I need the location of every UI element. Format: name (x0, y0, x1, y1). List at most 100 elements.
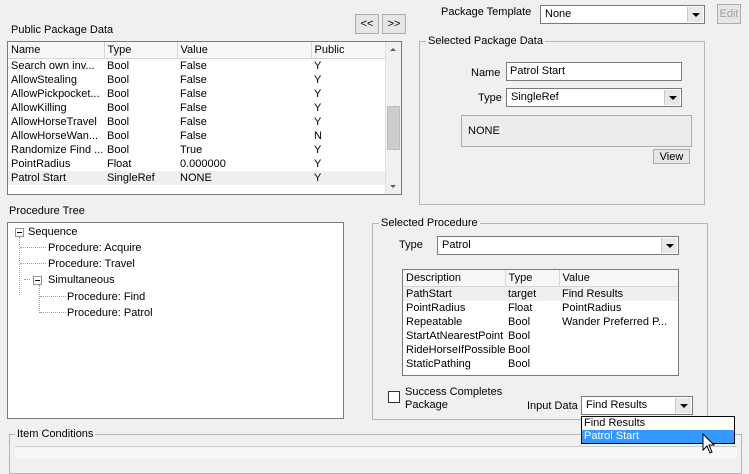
public-package-data-label: Public Package Data (11, 24, 114, 36)
item-conditions-title: Item Conditions (15, 428, 96, 440)
tree-item-procedure-acquire[interactable]: Procedure: Acquire (48, 242, 142, 254)
column-header-type[interactable]: Type (505, 270, 560, 287)
cell-value: False (180, 88, 207, 100)
cell-public: Y (311, 171, 386, 185)
table-row[interactable]: StartAtNearestPoint Bool (403, 329, 678, 343)
procedure-parameters-list[interactable]: Description Type Value PathStart target Fi… (402, 269, 679, 376)
view-button[interactable]: View (653, 149, 690, 164)
cell-description: PathStart (403, 286, 505, 301)
type-label: Type (478, 92, 502, 104)
column-header-value[interactable]: Value (177, 42, 312, 59)
procedure-parameters-table: Description Type Value PathStart target Fi… (403, 270, 678, 371)
table-row[interactable]: Search own inv... Bool False Y (8, 59, 386, 74)
cell-name: AllowPickpocket... (11, 88, 100, 100)
package-list-scrollbar[interactable] (385, 42, 401, 194)
cell-name: Patrol Start (8, 171, 104, 185)
cell-type: Float (508, 302, 533, 314)
cell-type: target (505, 286, 559, 301)
public-package-data-list[interactable]: Name Type Value Public Search own inv...… (7, 41, 402, 195)
cell-value (559, 343, 678, 357)
collapse-sequence-icon[interactable] (15, 228, 24, 237)
cell-public: N (314, 130, 322, 142)
cell-public: Y (314, 60, 322, 72)
collapse-simultaneous-icon[interactable] (33, 276, 42, 285)
column-header-public[interactable]: Public (311, 42, 387, 59)
table-row[interactable]: PathStart target Find Results (403, 286, 678, 301)
next-button[interactable]: >> (382, 14, 406, 34)
column-header-type[interactable]: Type (104, 42, 178, 59)
table-row[interactable]: StaticPathing Bool (403, 357, 678, 371)
cell-type: Bool (107, 130, 130, 142)
chevron-down-icon[interactable] (661, 238, 677, 253)
dropdown-option[interactable]: Find Results (582, 417, 734, 430)
previous-button[interactable]: << (355, 14, 379, 34)
cell-value: 0.000000 (180, 158, 226, 170)
table-row[interactable]: Repeatable Bool Wander Preferred P... (403, 315, 678, 329)
cell-type: Float (107, 158, 132, 170)
cell-type: Bool (508, 330, 531, 342)
item-conditions-header (15, 446, 737, 459)
cell-type: Bool (107, 60, 130, 72)
cell-type: Bool (107, 144, 130, 156)
cell-type: Bool (107, 88, 130, 100)
tree-item-procedure-patrol[interactable]: Procedure: Patrol (67, 307, 153, 319)
cell-name: Search own inv... (11, 60, 95, 72)
column-header-value[interactable]: Value (559, 270, 678, 287)
data-type-dropdown[interactable]: SingleRef (506, 88, 682, 107)
column-header-description[interactable]: Description (403, 270, 506, 287)
input-data-dropdown[interactable]: Find Results (581, 396, 693, 415)
cell-description: StaticPathing (406, 358, 471, 370)
cell-value: Find Results (559, 286, 678, 301)
table-row[interactable]: AllowKilling Bool False Y (8, 101, 386, 115)
cell-value (559, 329, 678, 343)
tree-item-sequence[interactable]: Sequence (28, 226, 78, 238)
cell-type: Bool (508, 344, 531, 356)
table-row[interactable]: PointRadius Float 0.000000 Y (8, 157, 386, 171)
table-row[interactable]: AllowStealing Bool False Y (8, 73, 386, 87)
cell-description: RideHorseIfPossible (406, 344, 505, 356)
input-data-value: Find Results (586, 399, 648, 411)
table-row[interactable]: AllowHorseTravel Bool False Y (8, 115, 386, 129)
cell-public: Y (314, 88, 322, 100)
table-row[interactable]: AllowPickpocket... Bool False Y (8, 87, 386, 101)
cell-value: False (180, 74, 207, 86)
tree-item-simultaneous[interactable]: Simultaneous (48, 274, 115, 286)
cell-value: PointRadius (562, 302, 622, 314)
procedure-type-value: Patrol (442, 239, 471, 251)
scroll-thumb[interactable] (387, 106, 400, 150)
input-data-label: Input Data (527, 400, 578, 412)
tree-item-procedure-find[interactable]: Procedure: Find (67, 291, 145, 303)
edit-button[interactable]: Edit (717, 4, 741, 24)
cell-type: Bool (107, 116, 130, 128)
cell-description: Repeatable (406, 316, 463, 328)
procedure-tree-view[interactable]: Sequence Procedure: Acquire Procedure: T… (7, 222, 344, 419)
chevron-down-icon[interactable] (675, 398, 691, 413)
cell-public: Y (314, 74, 322, 86)
procedure-tree-label: Procedure Tree (9, 205, 85, 217)
table-row[interactable]: PointRadius Float PointRadius (403, 301, 678, 315)
name-field[interactable]: Patrol Start (506, 62, 682, 81)
success-completes-checkbox[interactable] (388, 391, 400, 403)
chevron-down-icon[interactable] (687, 7, 703, 22)
scroll-down-arrow-icon[interactable] (386, 180, 401, 192)
package-template-label: Package Template (441, 6, 532, 18)
table-row[interactable]: AllowHorseWan... Bool False N (8, 129, 386, 143)
package-template-dropdown[interactable]: None (540, 5, 705, 24)
column-header-name[interactable]: Name (8, 42, 105, 59)
cell-public: Y (314, 116, 322, 128)
chevron-down-icon[interactable] (664, 90, 680, 105)
tree-item-procedure-travel[interactable]: Procedure: Travel (48, 258, 135, 270)
reference-display-box[interactable]: NONE (461, 115, 692, 147)
selected-package-data-title: Selected Package Data (426, 35, 545, 47)
table-row[interactable]: Randomize Find ... Bool True Y (8, 143, 386, 157)
cell-value: Wander Preferred P... (562, 316, 668, 328)
cell-name: AllowStealing (11, 74, 78, 86)
cell-value: False (180, 60, 207, 72)
cell-value: True (180, 144, 203, 156)
procedure-type-label: Type (399, 239, 423, 251)
table-row[interactable]: RideHorseIfPossible Bool (403, 343, 678, 357)
procedure-type-dropdown[interactable]: Patrol (437, 236, 679, 255)
table-row[interactable]: Patrol Start SingleRef NONE Y (8, 171, 386, 185)
scroll-up-arrow-icon[interactable] (386, 44, 401, 56)
public-package-data-table: Name Type Value Public Search own inv...… (8, 42, 387, 185)
